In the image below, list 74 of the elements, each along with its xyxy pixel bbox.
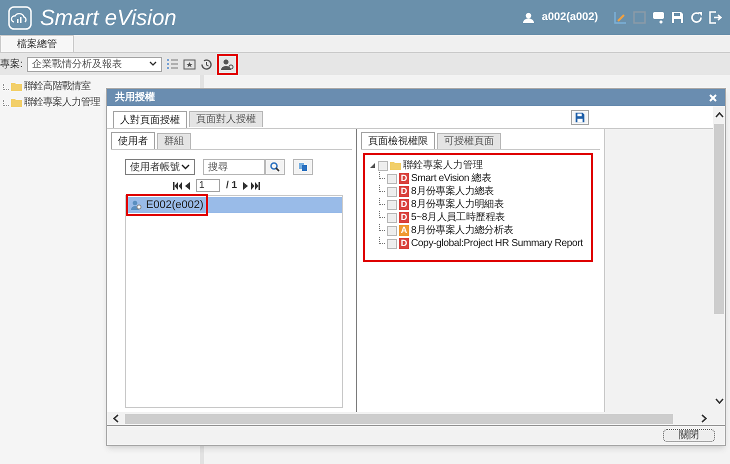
folder-icon	[390, 161, 401, 170]
search-field[interactable]: 搜尋	[203, 159, 265, 175]
search-icon	[270, 162, 280, 172]
checkbox[interactable]	[387, 238, 397, 248]
tree-item[interactable]: 聯銓專案人力管理	[403, 158, 483, 173]
logout-icon[interactable]	[709, 11, 722, 24]
page-type-badge: D	[399, 212, 409, 223]
user-name: E002(e002)	[146, 198, 204, 213]
page-type-badge: D	[399, 199, 409, 210]
expand-icon[interactable]	[369, 162, 376, 169]
scroll-left-icon[interactable]	[113, 414, 119, 423]
tab[interactable]: 使用者	[111, 132, 155, 149]
user-icon	[131, 200, 142, 210]
user-row[interactable]: E002(e002)	[126, 197, 342, 213]
refresh-icon[interactable]	[690, 11, 703, 24]
vertical-scrollbar[interactable]	[713, 106, 725, 425]
list-icon[interactable]	[166, 58, 179, 70]
user-icon	[522, 12, 534, 23]
folder-icon	[11, 82, 22, 91]
copy-button[interactable]	[293, 159, 313, 175]
checkbox[interactable]	[387, 200, 397, 210]
caret-icon	[148, 61, 157, 67]
page-total: / 1	[226, 179, 238, 193]
folder-icon	[11, 98, 22, 107]
tab[interactable]: 可授權頁面	[437, 133, 501, 149]
checkbox[interactable]	[387, 174, 397, 184]
tree-item[interactable]: 8月份專案人力總表	[411, 184, 494, 199]
page-type-badge: D	[399, 238, 409, 249]
tree-item[interactable]: Copy-global:Project HR Summary Report	[411, 236, 583, 251]
checkbox[interactable]	[387, 226, 397, 236]
user-name: a002(a002)	[542, 10, 598, 26]
first-page-icon[interactable]	[172, 182, 182, 190]
history-icon[interactable]	[200, 58, 213, 70]
tree-item[interactable]: Smart eVision 總表	[411, 171, 492, 186]
project-select[interactable]: 企業戰情分析及報表	[26, 56, 162, 72]
last-page-icon[interactable]	[251, 182, 260, 190]
save-icon[interactable]	[571, 110, 589, 125]
close-button[interactable]: 關閉	[663, 429, 715, 442]
caret-icon	[181, 164, 190, 170]
search-button[interactable]	[265, 159, 285, 175]
horizontal-scrollbar[interactable]	[107, 412, 713, 425]
tab[interactable]: 頁面對人授權	[189, 111, 263, 127]
close-icon[interactable]	[709, 94, 717, 102]
scroll-down-icon[interactable]	[714, 398, 724, 404]
scroll-right-icon[interactable]	[701, 414, 707, 423]
tree-item[interactable]: 8月份專案人力總分析表	[411, 223, 514, 238]
chat-bubble-icon[interactable]	[652, 11, 665, 24]
checkbox[interactable]	[387, 212, 397, 222]
checkbox[interactable]	[378, 160, 388, 170]
page-type-badge: D	[399, 173, 409, 184]
previous-page-icon[interactable]	[184, 182, 190, 190]
tree-item[interactable]: 8月份專案人力明細表	[411, 197, 504, 212]
save-icon[interactable]	[671, 11, 684, 24]
dialog-title: 共用授權	[115, 90, 156, 105]
tab[interactable]: 檔案總管	[0, 35, 74, 52]
star-folder-icon[interactable]	[182, 58, 196, 70]
scroll-up-icon[interactable]	[714, 112, 724, 118]
checkbox[interactable]	[387, 186, 397, 196]
project-label: 專案:	[0, 58, 23, 72]
user-share-icon[interactable]	[220, 58, 234, 70]
page-field[interactable]: 1	[196, 179, 220, 192]
cloud-chart-logo	[8, 6, 32, 30]
tab[interactable]: 群組	[157, 133, 191, 149]
tab[interactable]: 人對頁面授權	[113, 111, 187, 128]
tree-item[interactable]: 聯銓高階戰情室	[24, 79, 90, 94]
page-type-badge: D	[399, 186, 409, 197]
app-title: Smart eVision	[40, 4, 177, 32]
tree-item[interactable]: 聯銓專案人力管理	[24, 95, 100, 110]
tree-item[interactable]: 5~8月人員工時歷程表	[411, 210, 505, 225]
next-page-icon[interactable]	[243, 182, 250, 190]
filter-select[interactable]: 使用者帳號	[125, 159, 195, 175]
copy-icon	[298, 162, 308, 172]
page-type-badge: A	[399, 225, 409, 236]
tab[interactable]: 頁面檢視權限	[361, 132, 435, 149]
